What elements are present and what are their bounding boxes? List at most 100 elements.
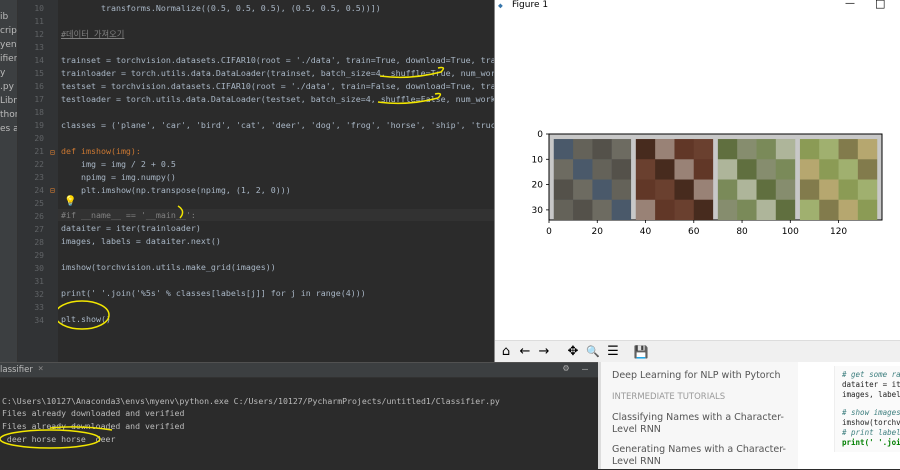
figure-title: Figure 1 [512,0,549,10]
image-patch [553,139,574,160]
image-patch [592,139,612,160]
zoom-icon[interactable]: 🔍 [584,343,602,361]
line-number: 28 [34,238,44,247]
line-number: 33 [34,303,44,312]
nav-link[interactable]: Generating Names with a Character- [612,444,786,455]
image-patch [592,199,612,220]
annotation-circle [58,300,110,330]
image-patch [857,139,878,160]
project-item[interactable]: cripts [0,26,17,36]
image-patch [693,179,714,200]
handwritten-annotations [58,66,445,330]
image-patch [611,179,632,200]
run-panel[interactable]: lassifier × ⚙ – C:\Users\10127\Anaconda3… [0,362,598,469]
line-number: 15 [34,69,44,78]
line-number: 16 [34,82,44,91]
plot-area[interactable]: 0 20 40 60 80 100 120 0 10 20 30 [495,12,900,340]
configure-subplots-icon[interactable]: ☰ [604,343,622,361]
x-tick-label: 80 [736,227,748,237]
image-patch [674,159,694,180]
image-patch [573,139,593,160]
project-item[interactable]: .py [0,82,14,92]
image-patch [635,179,656,200]
project-item[interactable]: ifier [0,54,17,64]
fold-marker-icon[interactable]: ⊟ [50,148,55,157]
image-patch [674,139,694,160]
line-number: 13 [34,43,44,52]
figure-titlebar[interactable]: ◆ Figure 1 — □ [495,0,900,12]
code-editor[interactable]: transforms.Normalize((0.5, 0.5, 0.5), (0… [58,0,494,362]
image-patch [693,159,714,180]
pan-icon[interactable]: ✥ [564,343,582,361]
figure-toolbar: ⌂ ← → ✥ 🔍 ☰ 💾 [495,340,900,362]
project-panel-strip[interactable]: ib cripts yenv ifier y .py Libr thon es … [0,0,18,362]
line-number: 17 [34,95,44,104]
image-patch [819,159,839,180]
python-logo-icon: ◆ [498,1,503,10]
image-patch [799,199,820,220]
nav-section-heading: INTERMEDIATE TUTORIALS [612,392,726,402]
annotation-mark [177,205,184,219]
image-patch [799,139,820,160]
project-item[interactable]: thon [0,110,17,120]
line-number: 27 [34,225,44,234]
image-patch [635,159,656,180]
project-item[interactable]: y [0,68,5,78]
minimize-button[interactable]: — [845,0,855,9]
nav-link[interactable]: Level RNN [612,424,661,435]
save-icon[interactable]: 💾 [632,343,650,361]
line-number: 31 [34,277,44,286]
project-item[interactable]: Libr [0,96,17,106]
image-patch [573,179,593,200]
image-patch [674,179,694,200]
image-patch [775,139,796,160]
x-tick-label: 120 [830,227,847,237]
image-patch [717,159,738,180]
doc-code-line: dataiter = it [842,380,900,389]
line-number: 24 [34,186,44,195]
fold-marker-icon[interactable]: ⊟ [50,186,55,195]
image-patch [655,179,675,200]
maximize-button[interactable]: □ [875,0,885,10]
project-item[interactable]: es an [0,124,17,134]
figure-window[interactable]: ◆ Figure 1 — □ 0 20 40 60 80 100 120 0 10 20 30 ⌂ … [494,0,900,362]
image-patch [756,199,776,220]
nav-link[interactable]: Classifying Names with a Character- [612,412,784,423]
doc-code-line: print(' '.joi [842,438,900,447]
image-patch [838,159,858,180]
tutorial-code-block: # get some ra dataiter = it images, labe… [798,362,900,469]
image-patch [819,199,839,220]
project-item[interactable]: ib [0,12,8,22]
image-patch [655,139,675,160]
doc-code-line: imshow(torchv [842,418,900,427]
y-tick-label: 10 [532,155,544,165]
image-patch [838,139,858,160]
line-number: 32 [34,290,44,299]
forward-arrow-icon[interactable]: → [535,343,553,361]
console-annotations [0,426,113,449]
doc-code-line: # get some ra [842,370,900,379]
x-tick-label: 100 [782,227,799,237]
image-patch [838,179,858,200]
line-number: 14 [34,56,44,65]
home-icon[interactable]: ⌂ [497,343,515,361]
line-number: 29 [34,251,44,260]
y-tick-label: 30 [532,206,544,216]
project-item[interactable]: yenv [0,40,17,50]
image-patch [756,159,776,180]
image-patch [775,179,796,200]
image-patch [611,199,632,220]
line-number: 12 [34,30,44,39]
image-patch [717,179,738,200]
image-patch [775,199,796,220]
image-patch [737,199,757,220]
nav-link[interactable]: Deep Learning for NLP with Pytorch [612,370,781,381]
image-patch [592,179,612,200]
nav-link[interactable]: Level RNN [612,456,661,467]
doc-code-line: images, label [842,390,900,399]
back-arrow-icon[interactable]: ← [516,343,534,361]
x-tick-label: 40 [640,227,652,237]
nav-rail [598,362,601,469]
image-patch [573,159,593,180]
image-patch [737,159,757,180]
